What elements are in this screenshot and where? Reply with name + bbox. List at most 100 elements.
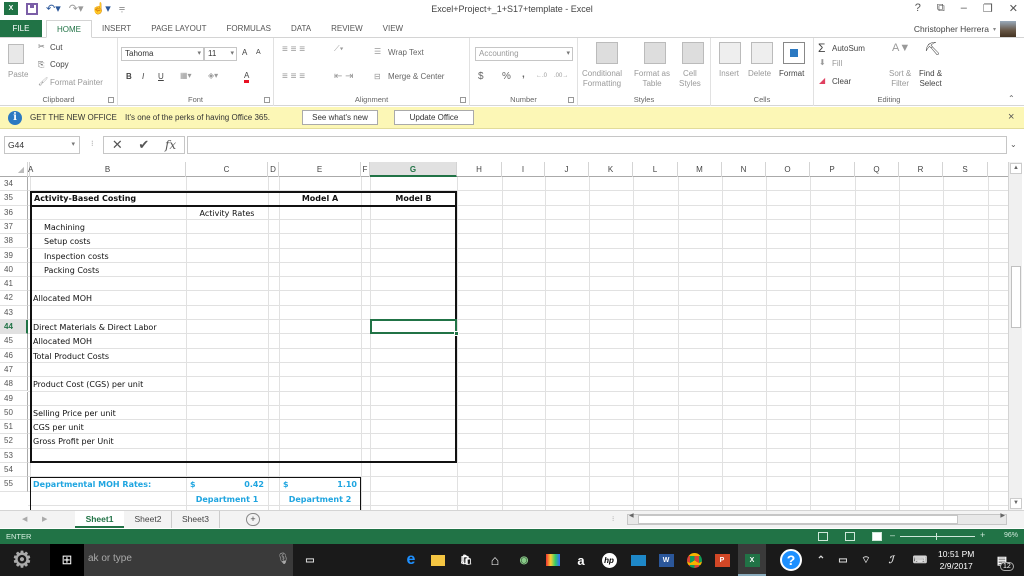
tab-file[interactable]: FILE xyxy=(0,20,42,37)
font-name-select[interactable]: Tahoma ▾ xyxy=(121,47,204,61)
fill-button[interactable]: Fill xyxy=(832,59,842,68)
format-as-table-button[interactable]: Format as Table xyxy=(634,69,670,89)
maximize-button[interactable]: ❐ xyxy=(983,2,993,15)
edge-icon[interactable]: e xyxy=(403,551,419,568)
paste-icon[interactable] xyxy=(8,44,24,64)
format-cells-button[interactable]: Format xyxy=(779,69,804,78)
expand-formula-bar-icon[interactable]: ⌄ xyxy=(1010,140,1017,149)
column-header-i[interactable]: I xyxy=(502,162,545,177)
prev-sheet-icon[interactable]: ◀ xyxy=(22,511,27,528)
alignment-launcher-icon[interactable] xyxy=(460,97,466,103)
close-message-icon[interactable]: × xyxy=(1008,111,1014,123)
normal-view-icon[interactable] xyxy=(818,532,828,541)
tab-review[interactable]: REVIEW xyxy=(321,20,373,37)
insert-function-icon[interactable]: fx xyxy=(165,138,176,152)
settings-gear-icon[interactable]: ⚙ xyxy=(10,547,34,572)
hp-icon[interactable]: hp xyxy=(601,552,617,568)
row-header-41[interactable]: 41 xyxy=(0,277,28,292)
italic-button[interactable]: I xyxy=(142,72,144,81)
sort-filter-button[interactable]: Sort & Filter xyxy=(889,69,911,89)
row-header-53[interactable]: 53 xyxy=(0,448,28,463)
zoom-out-icon[interactable]: – xyxy=(890,530,895,540)
product-cost-per-unit-label[interactable]: Product Cost (CGS) per unit xyxy=(33,379,143,390)
tab-split-grip-icon[interactable]: ⁝ xyxy=(612,511,614,528)
cortana-search[interactable]: ⊞ ak or type 🎙 xyxy=(50,544,293,576)
page-break-view-icon[interactable] xyxy=(872,532,882,541)
insert-cells-button[interactable]: Insert xyxy=(719,69,739,78)
row-header-38[interactable]: 38 xyxy=(0,234,28,249)
paste-button[interactable]: Paste xyxy=(8,70,28,79)
row-header-35[interactable]: 35 xyxy=(0,191,28,206)
wrap-text-button[interactable]: Wrap Text xyxy=(388,48,424,57)
row-header-34[interactable]: 34 xyxy=(0,177,28,192)
scroll-up-icon[interactable]: ▲ xyxy=(1010,163,1022,174)
direct-materials-labor-label[interactable]: Direct Materials & Direct Labor xyxy=(33,322,157,333)
vertical-scroll-thumb[interactable] xyxy=(1011,266,1021,328)
column-header-k[interactable]: K xyxy=(589,162,633,177)
tab-data[interactable]: DATA xyxy=(281,20,321,37)
row-header-39[interactable]: 39 xyxy=(0,248,28,263)
format-painter-button[interactable]: Format Painter xyxy=(50,78,103,87)
align-top-icon[interactable]: ≡ ≡ ≡ xyxy=(282,44,305,55)
selling-price-label[interactable]: Selling Price per unit xyxy=(33,408,116,419)
activity-machining[interactable]: Machining xyxy=(44,222,85,233)
align-left-icon[interactable]: ≡ ≡ ≡ xyxy=(282,71,305,82)
sheet-tab-sheet2[interactable]: Sheet2 xyxy=(125,511,172,528)
number-format-select[interactable]: Accounting ▾ xyxy=(475,47,573,61)
row-header-36[interactable]: 36 xyxy=(0,205,28,220)
row-header-37[interactable]: 37 xyxy=(0,219,28,235)
vertical-scrollbar[interactable]: ▲ ▼ xyxy=(1008,162,1022,510)
delete-cells-button[interactable]: Delete xyxy=(748,69,771,78)
row-header-47[interactable]: 47 xyxy=(0,362,28,378)
increase-decimal-button[interactable]: ←.0 xyxy=(536,73,547,79)
store-icon[interactable]: 🛍 xyxy=(458,552,474,568)
percent-button[interactable]: % xyxy=(502,71,511,82)
selected-cell-g44[interactable] xyxy=(370,319,457,335)
fill-color-icon[interactable]: ◈▾ xyxy=(208,71,218,80)
decrease-decimal-button[interactable]: .00→ xyxy=(554,73,568,79)
help-button[interactable]: ? xyxy=(915,2,921,15)
word-icon[interactable]: W xyxy=(658,552,674,568)
bold-button[interactable]: B xyxy=(126,72,132,81)
zoom-slider-knob[interactable] xyxy=(936,533,937,540)
user-account[interactable]: Christopher Herrera ▾ xyxy=(914,20,1016,38)
font-launcher-icon[interactable] xyxy=(264,97,270,103)
dept2-label[interactable]: Department 2 xyxy=(279,494,361,505)
home-icon[interactable]: ⌂ xyxy=(487,552,503,568)
number-launcher-icon[interactable] xyxy=(568,97,574,103)
row-header-50[interactable]: 50 xyxy=(0,405,28,421)
pen-icon[interactable]: ℐ xyxy=(883,552,899,568)
file-explorer-icon[interactable] xyxy=(430,552,446,568)
merge-center-button[interactable]: Merge & Center xyxy=(388,72,444,81)
row-header-52[interactable]: 52 xyxy=(0,434,28,449)
help-circle-icon[interactable]: ? xyxy=(780,549,802,571)
activity-packing[interactable]: Packing Costs xyxy=(44,265,99,276)
see-whats-new-button[interactable]: See what's new xyxy=(302,110,378,125)
scroll-left-icon[interactable]: ◀ xyxy=(629,512,634,519)
activity-setup[interactable]: Setup costs xyxy=(44,236,91,247)
conditional-formatting-button[interactable]: Conditional Formatting xyxy=(582,69,622,89)
grow-font-button[interactable]: A xyxy=(242,48,247,57)
column-header-g[interactable]: G xyxy=(370,162,457,177)
column-header-q[interactable]: Q xyxy=(855,162,899,177)
system-clock[interactable]: 10:51 PM 2/9/2017 xyxy=(938,548,974,572)
cell-styles-button[interactable]: Cell Styles xyxy=(679,69,701,89)
borders-icon[interactable]: ▦▾ xyxy=(180,71,192,80)
zoom-in-icon[interactable]: + xyxy=(980,530,985,540)
horizontal-scroll-thumb[interactable] xyxy=(638,515,958,524)
tab-formulas[interactable]: FORMULAS xyxy=(216,20,280,37)
task-view-icon[interactable]: ▭ xyxy=(302,552,318,568)
tab-insert[interactable]: INSERT xyxy=(92,20,141,37)
font-size-select[interactable]: 11 ▾ xyxy=(204,47,237,61)
total-product-costs-label[interactable]: Total Product Costs xyxy=(33,351,109,362)
zoom-level[interactable]: 96% xyxy=(1004,532,1018,539)
activity-rates-header[interactable]: Activity Rates xyxy=(186,208,268,219)
amazon-icon[interactable]: a xyxy=(573,552,589,568)
column-header-o[interactable]: O xyxy=(766,162,810,177)
cell-grid[interactable]: Activity-Based Costing Model A Model B A… xyxy=(28,177,1008,510)
row-header-42[interactable]: 42 xyxy=(0,291,28,306)
dept1-rate[interactable]: 0.42 xyxy=(186,479,264,490)
fill-handle[interactable] xyxy=(454,331,459,337)
cut-button[interactable]: Cut xyxy=(50,43,62,52)
column-header-m[interactable]: M xyxy=(678,162,722,177)
